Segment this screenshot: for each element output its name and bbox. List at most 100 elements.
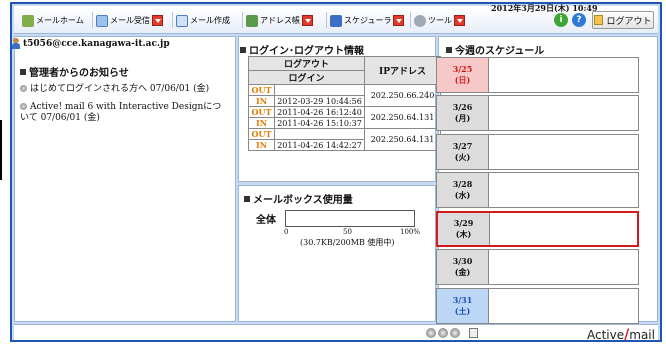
toolbar-mail-compose-label: メール作成 <box>190 16 230 25</box>
schedule-day-row[interactable]: 3/28 (水) <box>436 172 639 208</box>
schedule-weekday: (木) <box>455 229 472 239</box>
chevron-down-icon[interactable] <box>454 15 465 26</box>
mailbox-title-label: メールボックス使用量 <box>253 195 353 206</box>
in-label: IN <box>248 117 275 129</box>
out-time <box>274 128 365 140</box>
header-ip: IPアドレス <box>364 56 441 85</box>
schedule-date-cell[interactable]: 3/26 (月) <box>437 96 489 130</box>
toolbar-tools[interactable]: ツール <box>414 12 465 29</box>
schedule-weekday: (水) <box>454 190 471 200</box>
toolbar-separator <box>172 12 173 28</box>
header-login: ログイン <box>248 70 365 85</box>
brand-text-a: Active <box>587 328 625 342</box>
compose-icon <box>176 14 188 27</box>
schedule-day-row[interactable]: 3/27 (火) <box>436 134 639 170</box>
schedule-date-cell[interactable]: 3/31 (土) <box>437 289 489 323</box>
schedule-date-cell[interactable]: 3/29 (木) <box>438 213 490 245</box>
toolbar-address-book-label: アドレス帳 <box>260 16 300 25</box>
calendar-icon <box>330 14 342 27</box>
schedule-date-cell[interactable]: 3/27 (火) <box>437 135 489 169</box>
notice-title: 管理者からのお知らせ <box>20 64 129 79</box>
notice-item[interactable]: はじめてログインされる方へ 07/06/01 (金) <box>20 84 225 95</box>
logout-button-label: ログアウト <box>606 16 652 27</box>
schedule-weekday: (日) <box>454 75 471 85</box>
logout-icon <box>594 15 604 25</box>
mailbox-usage-text: (30.7KB/200MB 使用中) <box>300 238 395 247</box>
inbox-icon <box>96 14 108 27</box>
window-left-edge <box>0 0 10 345</box>
table-header-row: ログアウト IPアドレス <box>248 56 441 85</box>
user-account: t5056@cce.kanagawa-it.ac.jp <box>12 38 170 49</box>
toolbar-mail-home[interactable]: メールホーム <box>22 12 84 29</box>
schedule-date-cell[interactable]: 3/25 (日) <box>437 58 489 92</box>
schedule-day-row[interactable]: 3/29 (木) <box>436 211 639 247</box>
status-dot-icon <box>438 328 448 338</box>
address-book-icon <box>246 14 258 27</box>
left-edge-bar <box>0 120 2 180</box>
ip-address: 202.250.64.131 <box>364 106 441 129</box>
info-icon[interactable]: i <box>554 13 568 27</box>
memo-icon[interactable] <box>469 328 478 338</box>
chevron-down-icon[interactable] <box>302 15 313 26</box>
user-icon <box>12 38 20 49</box>
section-square-icon <box>20 68 26 75</box>
status-dot-icon <box>426 328 436 338</box>
schedule-day-row[interactable]: 3/30 (金) <box>436 249 639 285</box>
mailbox-total-label: 全体 <box>256 215 276 226</box>
schedule-date-cell[interactable]: 3/28 (水) <box>437 173 489 207</box>
brand-text-b: mail <box>629 328 655 342</box>
out-time: 2011-04-26 16:12:40 <box>274 106 365 118</box>
toolbar-scheduler-label: スケジューラ <box>344 16 392 25</box>
schedule-title-label: 今週のスケジュール <box>455 46 545 57</box>
tick-0: 0 <box>284 228 289 236</box>
out-time <box>274 84 365 96</box>
in-label: IN <box>248 139 275 151</box>
notice-title-label: 管理者からのお知らせ <box>29 68 129 79</box>
chevron-down-icon[interactable] <box>152 15 163 26</box>
notice-item-text[interactable]: はじめてログインされる方へ 07/06/01 (金) <box>30 84 209 94</box>
help-icon[interactable]: ? <box>572 13 586 27</box>
logout-button[interactable]: ログアウト <box>592 11 654 29</box>
bullet-icon <box>20 103 27 110</box>
toolbar-mail-compose[interactable]: メール作成 <box>176 12 230 29</box>
home-icon <box>22 14 34 27</box>
schedule-day-row[interactable]: 3/31 (土) <box>436 288 639 324</box>
schedule-weekday: (金) <box>454 267 471 277</box>
schedule-day-row[interactable]: 3/26 (月) <box>436 95 639 131</box>
toolbar-separator <box>410 12 411 28</box>
ip-address: 202.250.64.131 <box>364 128 441 151</box>
login-info-title: ログイン･ログアウト情報 <box>240 42 364 57</box>
out-label: OUT <box>248 106 275 118</box>
footer <box>14 324 658 340</box>
table-row: OUT 2011-04-26 16:12:40 202.250.64.131 <box>248 106 441 129</box>
toolbar-tools-label: ツール <box>428 16 452 25</box>
status-dot-icon <box>450 328 460 338</box>
footer-datetime: 2012年3月29日(木) 10:49 <box>491 3 598 13</box>
in-time: 2012-03-29 10:44:56 <box>274 95 365 107</box>
gear-icon <box>414 14 426 27</box>
schedule-date: 3/29 <box>453 218 474 228</box>
toolbar-address-book[interactable]: アドレス帳 <box>246 12 313 29</box>
in-time: 2011-04-26 15:10:37 <box>274 117 365 129</box>
ip-address: 202.250.66.240 <box>364 84 441 107</box>
header-logout: ログアウト <box>248 56 365 71</box>
bullet-icon <box>20 85 27 92</box>
schedule-date: 3/25 <box>452 64 473 74</box>
schedule-day-row[interactable]: 3/25 (日) <box>436 57 639 93</box>
login-info-title-label: ログイン･ログアウト情報 <box>249 46 364 57</box>
schedule-title: 今週のスケジュール <box>446 42 544 57</box>
mailbox-usage-bar <box>285 210 415 227</box>
chevron-down-icon[interactable] <box>393 15 405 26</box>
toolbar-scheduler[interactable]: スケジューラ <box>330 12 405 29</box>
schedule-weekday: (月) <box>454 113 471 123</box>
schedule-date-cell[interactable]: 3/30 (金) <box>437 250 489 284</box>
tick-100: 100% <box>400 228 421 236</box>
toolbar-mail-receive[interactable]: メール受信 <box>96 12 163 29</box>
notice-item[interactable]: Active! mail 6 with Interactive Designにつ… <box>20 102 225 124</box>
toolbar-separator <box>92 12 93 28</box>
notice-item-text[interactable]: Active! mail 6 with Interactive Designにつ… <box>20 102 221 123</box>
mailbox-title: メールボックス使用量 <box>244 191 353 206</box>
toolbar-mail-receive-label: メール受信 <box>110 16 150 25</box>
in-label: IN <box>248 95 275 107</box>
brand-logo: Active/mail <box>587 327 655 343</box>
